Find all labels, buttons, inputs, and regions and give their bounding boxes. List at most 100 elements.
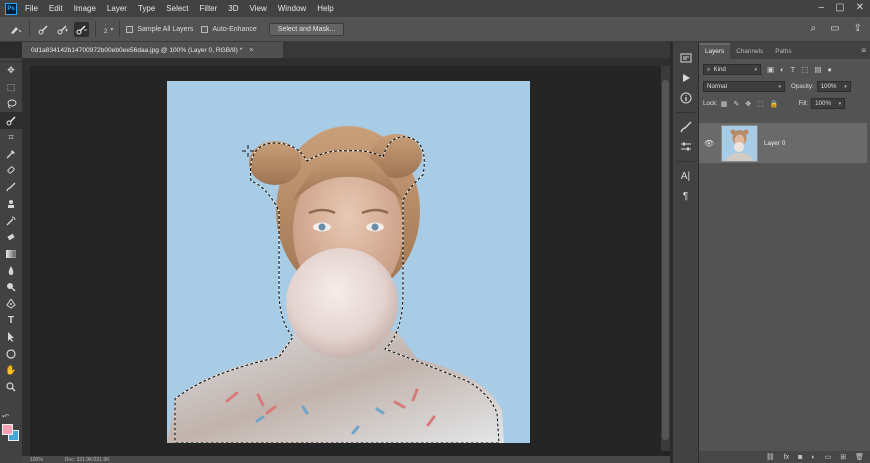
tab-paths[interactable]: Paths (769, 45, 797, 59)
path-selection-icon[interactable] (0, 329, 22, 346)
select-and-mask-button[interactable]: Select and Mask... (268, 22, 345, 36)
brush-icon[interactable] (0, 179, 22, 196)
chevron-down-icon[interactable]: ▾ (110, 26, 113, 33)
tab-layers[interactable]: Layers (699, 43, 731, 59)
paragraph-icon[interactable]: ¶ (673, 186, 698, 206)
menu-3d[interactable]: 3D (228, 4, 238, 13)
menu-image[interactable]: Image (74, 4, 96, 13)
actions-play-icon[interactable] (673, 68, 698, 88)
separator (29, 21, 30, 37)
visibility-eye-icon[interactable]: 👁 (699, 139, 719, 148)
default-colors-icon[interactable]: ▪↶ (2, 413, 9, 420)
brush-settings-icon[interactable] (673, 117, 698, 137)
fill-field[interactable]: 100% ▾ (811, 98, 846, 109)
document-tab[interactable]: 0d1a834142b14700972b00eb0ee56daa.jpg @ 1… (22, 42, 283, 58)
layers-panel-footer: ⛓ fx ◙ ◐ ▭ ⊞ 🗑 (699, 451, 870, 463)
history-brush-icon[interactable] (0, 212, 22, 229)
vertical-scrollbar[interactable] (661, 66, 670, 451)
tab-channels[interactable]: Channels (730, 45, 769, 59)
auto-enhance-label: Auto-Enhance (212, 25, 257, 33)
menu-file[interactable]: File (25, 4, 38, 13)
menu-edit[interactable]: Edit (49, 4, 63, 13)
document-image[interactable] (167, 81, 530, 443)
share-icon[interactable]: ⇪ (854, 23, 862, 34)
scrollbar-thumb[interactable] (662, 80, 669, 440)
clone-stamp-icon[interactable] (0, 196, 22, 213)
opacity-field[interactable]: 100% ▾ (816, 81, 851, 92)
foreground-color-swatch[interactable] (2, 424, 13, 435)
dodge-icon[interactable] (0, 279, 22, 296)
layer-thumbnail (721, 124, 758, 162)
ruler-left (22, 58, 30, 456)
pen-icon[interactable] (0, 296, 22, 313)
layer-row[interactable]: 👁 Layer 0 (699, 123, 867, 163)
strip-divider (676, 161, 695, 162)
lock-image-icon[interactable]: ✎ (733, 100, 739, 108)
lock-transparent-icon[interactable]: ▦ (721, 100, 728, 108)
layer-mask-icon[interactable]: ◙ (798, 454, 802, 461)
document-info[interactable]: Doc: 321.9K/321.9K (65, 457, 110, 463)
menu-type[interactable]: Type (138, 4, 155, 13)
marquee-icon[interactable]: ⬚ (0, 79, 22, 96)
eyedropper-icon[interactable] (0, 145, 22, 162)
blur-icon[interactable] (0, 262, 22, 279)
new-group-icon[interactable]: ▭ (825, 453, 832, 461)
tool-preset-icon[interactable] (8, 22, 23, 37)
layer-name[interactable]: Layer 0 (764, 140, 785, 147)
menu-select[interactable]: Select (166, 4, 188, 13)
healing-brush-icon[interactable] (0, 162, 22, 179)
new-layer-icon[interactable]: ⊞ (840, 453, 846, 461)
filter-adjustment-icon[interactable]: ◐ (780, 65, 785, 74)
filter-toggle-icon[interactable]: ● (827, 65, 832, 74)
close-icon[interactable]: × (249, 47, 253, 54)
sample-all-layers-checkbox[interactable] (126, 25, 134, 33)
maximize-icon[interactable]: ▢ (835, 2, 844, 13)
zoom-icon[interactable] (0, 379, 22, 396)
panel-menu-icon[interactable]: ≡ (861, 46, 866, 55)
link-layers-icon[interactable]: ⛓ (766, 453, 775, 461)
trash-icon[interactable]: 🗑 (855, 453, 864, 461)
move-icon[interactable]: ✥ (0, 62, 22, 79)
filter-pixel-icon[interactable]: ▣ (767, 65, 774, 74)
shape-icon[interactable] (0, 346, 22, 363)
search-icon[interactable]: ⌕ (811, 23, 817, 34)
auto-enhance-checkbox[interactable] (201, 25, 209, 33)
add-to-selection-brush-icon[interactable] (55, 22, 70, 37)
brush-size-picker[interactable]: · 2 (104, 22, 107, 36)
lock-artboard-icon[interactable]: ⬚ (757, 100, 764, 108)
new-adjustment-icon[interactable]: ◐ (811, 454, 815, 461)
zoom-level[interactable]: 100% (30, 457, 43, 463)
menu-help[interactable]: Help (317, 4, 333, 13)
gradient-icon[interactable] (0, 246, 22, 263)
canvas-area[interactable] (22, 58, 670, 456)
minimize-icon[interactable]: – (819, 2, 825, 13)
subtract-from-selection-brush-icon[interactable] (74, 21, 89, 37)
hand-icon[interactable]: ✋ (0, 362, 22, 379)
filter-type-icon[interactable]: T (791, 65, 796, 74)
blend-mode-dropdown[interactable]: Normal ▾ (703, 81, 785, 92)
history-icon[interactable] (673, 48, 698, 68)
layers-panel: Layers Channels Paths ≡ ⌕ Kind ▾ ▣ ◐ T ⬚… (699, 42, 870, 463)
character-icon[interactable]: A| (673, 166, 698, 186)
info-icon[interactable] (673, 88, 698, 108)
quick-selection-icon[interactable] (0, 112, 22, 129)
menu-layer[interactable]: Layer (107, 4, 127, 13)
adjustments-icon[interactable] (673, 137, 698, 157)
close-window-icon[interactable]: ✕ (856, 2, 864, 13)
type-icon[interactable]: T (0, 312, 22, 329)
menu-view[interactable]: View (250, 4, 267, 13)
lock-position-icon[interactable]: ✥ (745, 100, 751, 108)
layer-style-icon[interactable]: fx (784, 454, 789, 461)
lasso-icon[interactable] (0, 95, 22, 112)
menu-filter[interactable]: Filter (200, 4, 218, 13)
menu-window[interactable]: Window (278, 4, 306, 13)
ruler-top (22, 58, 670, 66)
filter-shape-icon[interactable]: ⬚ (801, 65, 808, 74)
kind-filter-dropdown[interactable]: ⌕ Kind ▾ (703, 64, 761, 75)
crop-icon[interactable]: ⌗ (0, 129, 22, 146)
workspace-icon[interactable]: ▭ (830, 23, 839, 34)
filter-smart-object-icon[interactable]: ▤ (814, 65, 821, 74)
new-selection-brush-icon[interactable] (36, 22, 51, 37)
lock-all-icon[interactable]: 🔒 (770, 100, 779, 108)
eraser-icon[interactable] (0, 229, 22, 246)
